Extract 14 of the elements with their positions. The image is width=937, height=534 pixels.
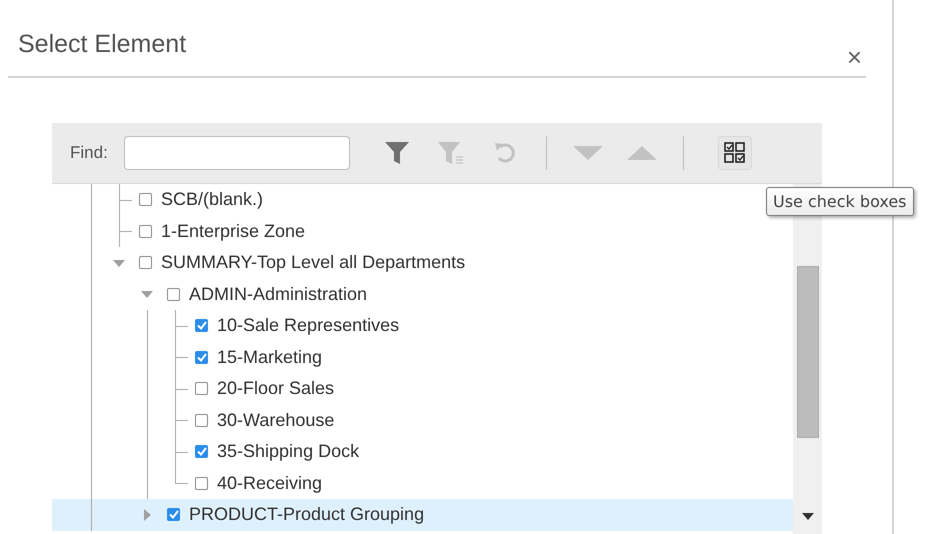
tree-item-label: 20-Floor Sales bbox=[217, 378, 334, 400]
tree-item-label: 1-Enterprise Zone bbox=[161, 220, 306, 242]
tree-item-label: SUMMARY-Top Level all Departments bbox=[161, 252, 466, 274]
dialog-title: Select Element bbox=[18, 30, 186, 58]
tree-item-label: 40-Receiving bbox=[217, 472, 322, 494]
tree-item-label: PRODUCT-Product Grouping bbox=[189, 504, 424, 526]
tree-item-label: ADMIN-Administration bbox=[189, 284, 368, 305]
tree-item-label: 30-Warehouse bbox=[217, 410, 334, 431]
tree-item-label: SCB/(blank.) bbox=[161, 189, 264, 210]
tree-item-label: 15-Marketing bbox=[217, 346, 322, 368]
tree-item-label: 10-Sale Representives bbox=[217, 315, 400, 336]
tooltip: Use check boxes bbox=[766, 187, 914, 216]
tree-item-label: 35-Shipping Dock bbox=[217, 441, 360, 462]
find-label: Find: bbox=[70, 143, 108, 163]
